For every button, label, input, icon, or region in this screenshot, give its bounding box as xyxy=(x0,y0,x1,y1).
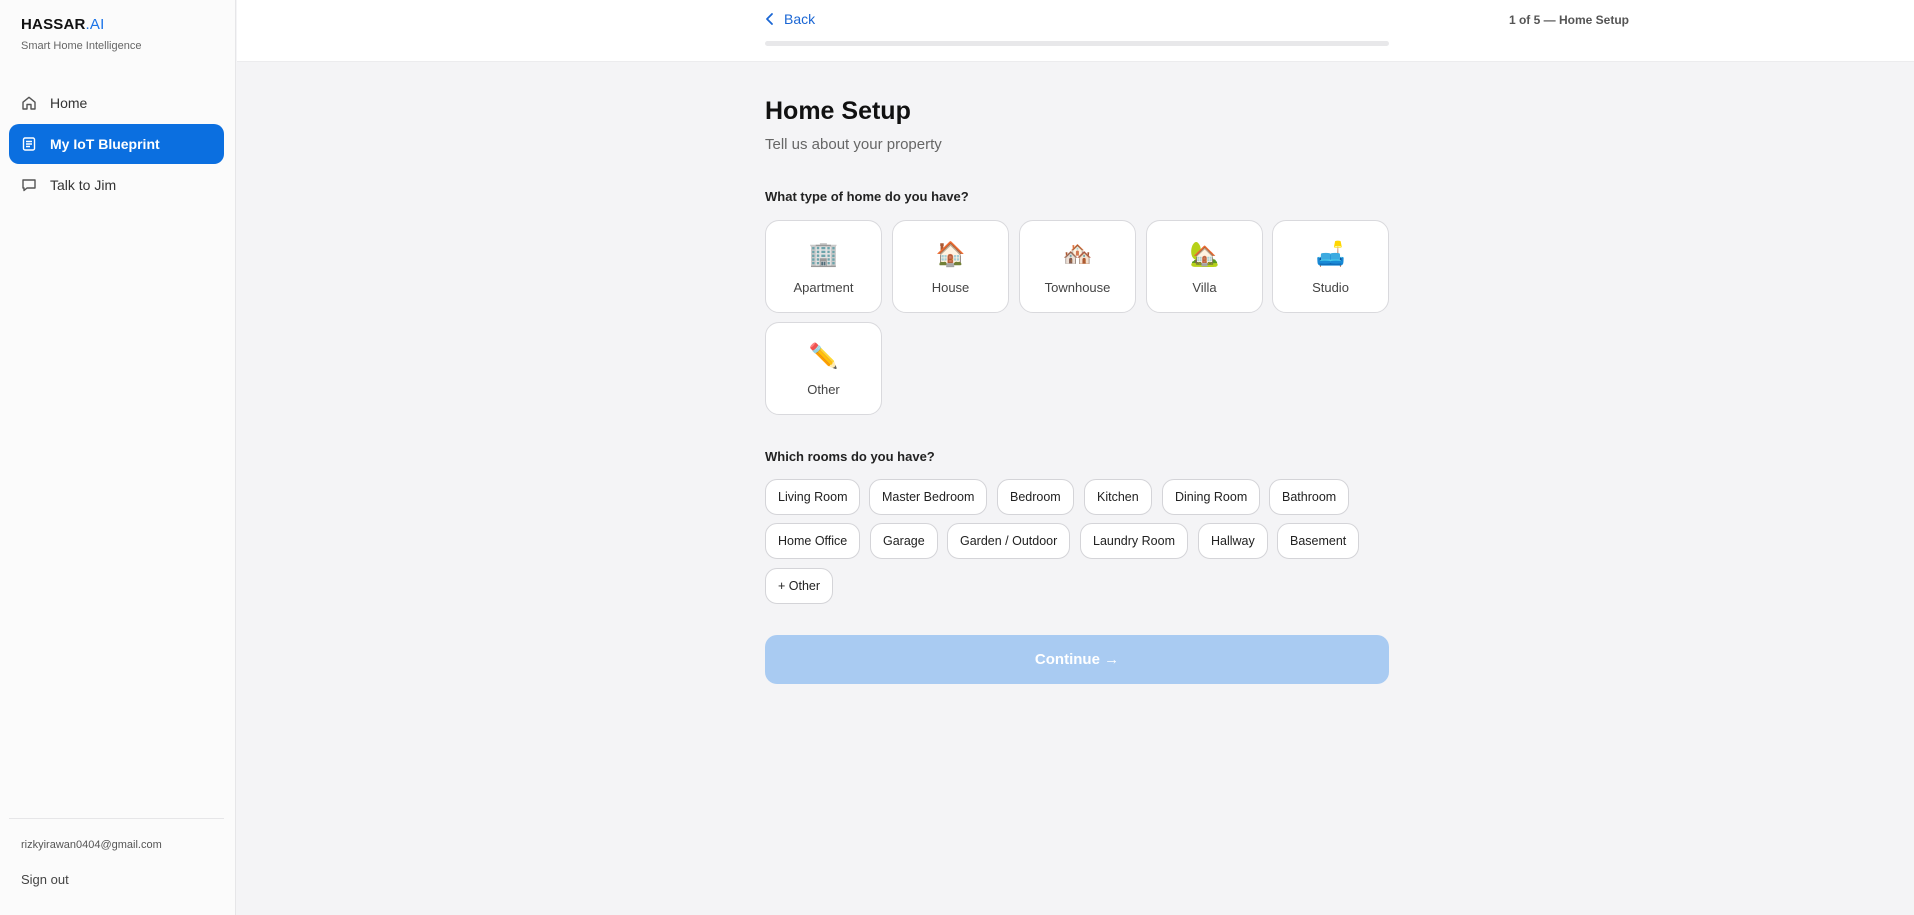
chat-icon xyxy=(21,177,37,193)
room-chip-laundry-room[interactable]: Laundry Room xyxy=(1080,523,1188,559)
step-indicator: 1 of 5 — Home Setup xyxy=(1508,13,1629,27)
home-type-label: Other xyxy=(807,382,840,397)
sidebar-nav: Home My IoT Blueprint Talk to Jim xyxy=(9,83,224,206)
room-chip-basement[interactable]: Basement xyxy=(1277,523,1360,559)
home-type-label: Villa xyxy=(1192,280,1217,295)
sidebar-item-talk-to-jim[interactable]: Talk to Jim xyxy=(9,165,224,205)
page-title: Home Setup xyxy=(765,97,911,125)
house-icon: 🏠 xyxy=(935,241,966,268)
sidebar-item-label: Talk to Jim xyxy=(50,177,117,193)
room-chip-bedroom[interactable]: Bedroom xyxy=(997,479,1074,515)
home-type-label: Townhouse xyxy=(1044,280,1111,295)
room-chip-hallway[interactable]: Hallway xyxy=(1198,523,1268,559)
room-chip-master-bedroom[interactable]: Master Bedroom xyxy=(869,479,988,515)
back-label: Back xyxy=(784,11,816,27)
sidebar-item-home[interactable]: Home xyxy=(9,83,224,123)
room-chip-home-office[interactable]: Home Office xyxy=(765,523,861,559)
sign-out-button[interactable]: Sign out xyxy=(21,872,69,887)
user-email: rizkyirawan0404@gmail.com xyxy=(21,839,162,851)
top-bar: Back 1 of 5 — Home Setup xyxy=(237,0,1914,62)
home-type-studio[interactable]: 🛋️ Studio xyxy=(1272,220,1389,313)
home-type-apartment[interactable]: 🏢 Apartment xyxy=(765,220,882,313)
sidebar-item-label: My IoT Blueprint xyxy=(50,136,160,152)
page-subtitle: Tell us about your property xyxy=(765,136,942,153)
sidebar-item-iot-blueprint[interactable]: My IoT Blueprint xyxy=(9,124,224,164)
room-chip-kitchen[interactable]: Kitchen xyxy=(1084,479,1152,515)
home-type-label: Studio xyxy=(1312,280,1349,295)
back-button[interactable]: Back xyxy=(765,11,815,27)
home-type-other[interactable]: ✏️ Other xyxy=(765,322,882,415)
brand-name: HASSAR xyxy=(21,16,86,33)
room-chip-add-other[interactable]: + Other xyxy=(765,568,834,604)
room-chip-garden-outdoor[interactable]: Garden / Outdoor xyxy=(947,523,1071,559)
apartment-icon: 🏢 xyxy=(808,241,839,268)
sidebar: HASSAR.AI Smart Home Intelligence Home M… xyxy=(0,0,236,915)
townhouse-icon: 🏘️ xyxy=(1062,241,1093,268)
home-type-label: Apartment xyxy=(793,280,854,295)
home-type-question: What type of home do you have? xyxy=(765,189,969,204)
brand-suffix: .AI xyxy=(85,16,105,33)
villa-icon: 🏡 xyxy=(1189,241,1220,268)
sidebar-item-label: Home xyxy=(50,95,88,111)
room-chip-garage[interactable]: Garage xyxy=(870,523,938,559)
rooms-question: Which rooms do you have? xyxy=(765,449,935,464)
home-type-label: House xyxy=(931,280,970,295)
progress-bar xyxy=(765,41,1389,46)
home-icon xyxy=(21,95,37,111)
chevron-left-icon xyxy=(765,12,774,26)
room-chip-living-room[interactable]: Living Room xyxy=(765,479,861,515)
brand-tagline: Smart Home Intelligence xyxy=(21,40,142,52)
room-chip-bathroom[interactable]: Bathroom xyxy=(1269,479,1350,515)
document-icon xyxy=(21,136,37,152)
home-type-house[interactable]: 🏠 House xyxy=(892,220,1009,313)
continue-button[interactable]: Continue → xyxy=(765,635,1389,684)
sidebar-footer: rizkyirawan0404@gmail.com Sign out xyxy=(9,818,224,887)
sofa-icon: 🛋️ xyxy=(1315,241,1346,268)
brand-logo[interactable]: HASSAR.AI xyxy=(21,16,105,33)
home-type-villa[interactable]: 🏡 Villa xyxy=(1146,220,1263,313)
home-type-townhouse[interactable]: 🏘️ Townhouse xyxy=(1019,220,1136,313)
pencil-icon: ✏️ xyxy=(808,343,839,370)
room-chip-dining-room[interactable]: Dining Room xyxy=(1162,479,1261,515)
